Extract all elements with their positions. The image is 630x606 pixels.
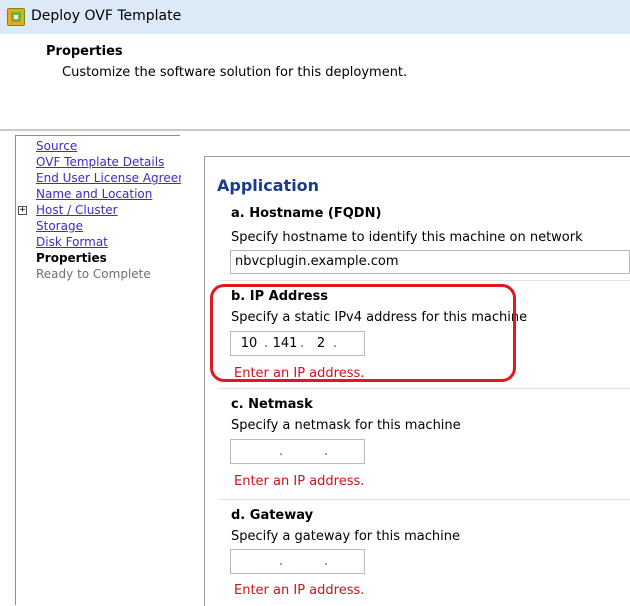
nav-item-ovf-template-details[interactable]: OVF Template Details [36, 155, 181, 169]
ip-dot: . [279, 554, 284, 569]
netmask-error: Enter an IP address. [234, 474, 365, 489]
page-subtitle: Customize the software solution for this… [62, 65, 408, 80]
netmask-label: c. Netmask [231, 397, 313, 412]
title-bar: Deploy OVF Template [0, 0, 630, 34]
nav-item-storage[interactable]: Storage [36, 219, 181, 233]
highlight-annotation [210, 284, 516, 382]
netmask-input[interactable]: . . [230, 439, 365, 464]
section-divider [220, 388, 630, 389]
hostname-description: Specify hostname to identify this machin… [231, 230, 583, 245]
nav-item-properties: Properties [36, 251, 107, 265]
gateway-label: d. Gateway [231, 508, 314, 523]
gateway-input[interactable]: . . [230, 549, 365, 574]
wizard-steps-nav: Source OVF Template Details End User Lic… [15, 135, 181, 605]
nav-item-source[interactable]: Source [36, 139, 181, 153]
nav-item-ready-to-complete: Ready to Complete [36, 267, 151, 281]
window-title: Deploy OVF Template [31, 8, 182, 24]
header-divider [0, 129, 630, 131]
ip-dot: . [324, 444, 329, 459]
nav-item-eula[interactable]: End User License Agreement [36, 171, 181, 185]
nav-item-name-location[interactable]: Name and Location [36, 187, 181, 201]
nav-item-host-cluster[interactable]: Host / Cluster [36, 203, 181, 217]
expand-icon[interactable]: + [18, 206, 27, 215]
section-divider [220, 280, 630, 281]
section-divider [220, 499, 630, 500]
hostname-input[interactable]: nbvcplugin.example.com [230, 250, 630, 274]
ip-dot: . [324, 554, 329, 569]
hostname-label: a. Hostname (FQDN) [231, 206, 382, 221]
gateway-error: Enter an IP address. [234, 583, 365, 598]
nav-item-disk-format[interactable]: Disk Format [36, 235, 181, 249]
vsphere-app-icon [7, 8, 25, 26]
ip-dot: . [279, 444, 284, 459]
gateway-description: Specify a gateway for this machine [231, 529, 460, 544]
netmask-description: Specify a netmask for this machine [231, 418, 461, 433]
page-title: Properties [46, 44, 123, 59]
section-title: Application [217, 176, 320, 195]
